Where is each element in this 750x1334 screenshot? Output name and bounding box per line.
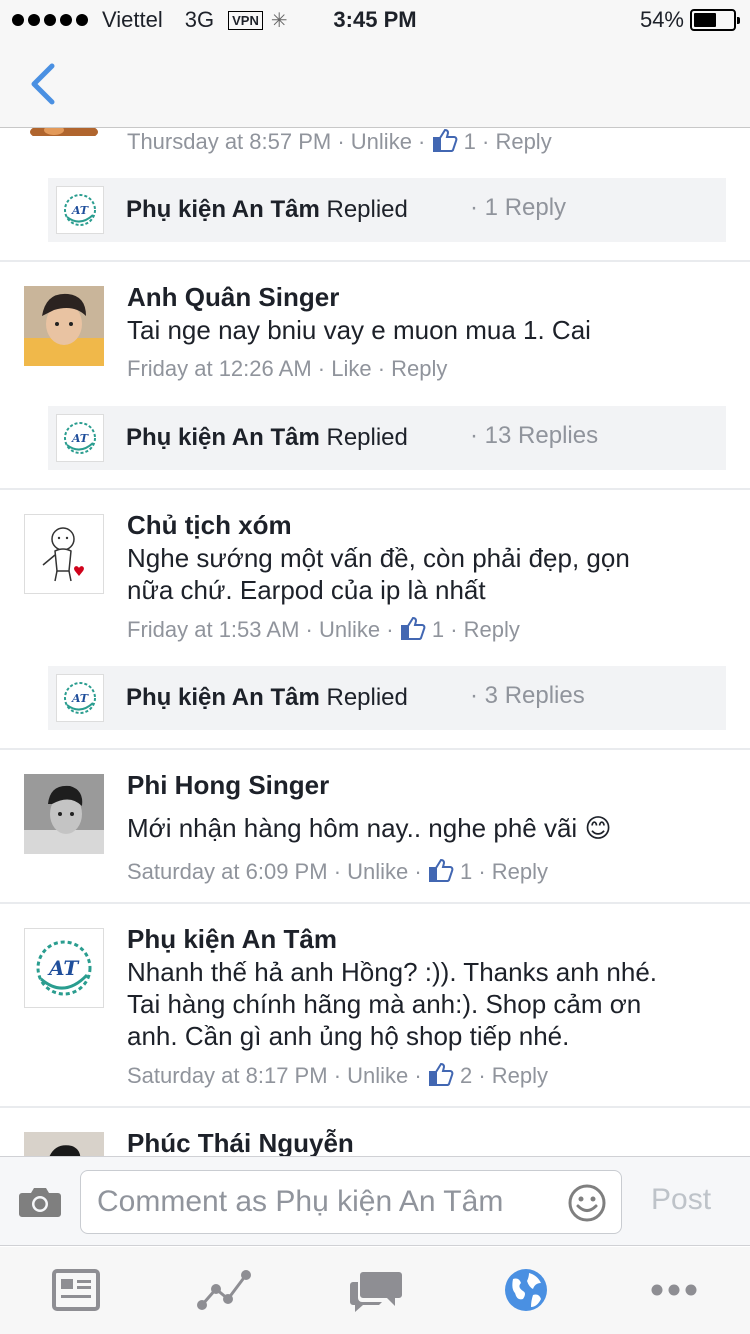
reply-button[interactable]: Reply: [492, 859, 548, 884]
avatar[interactable]: AT: [24, 928, 104, 1008]
status-time: 3:45 PM: [333, 7, 417, 32]
avatar[interactable]: [24, 774, 104, 854]
svg-text:AT: AT: [47, 956, 80, 980]
thumbs-up-icon: [400, 616, 426, 640]
comment-text-line: Nghe sướng một vấn đề, còn phải đẹp, gọn: [127, 543, 630, 573]
comment-input[interactable]: Comment as Phụ kiện An Tâm: [80, 1170, 622, 1234]
comment-timestamp: Friday at 1:53 AM: [127, 617, 300, 642]
post-button[interactable]: Post: [651, 1183, 711, 1217]
comment-text-line: anh. Cần gì anh ủng hộ shop tiếp nhé.: [127, 1021, 570, 1051]
tab-news-feed[interactable]: [48, 1265, 104, 1315]
reply-button[interactable]: Reply: [495, 129, 551, 154]
page-avatar: AT: [56, 186, 104, 234]
reply-summary[interactable]: AT Phụ kiện An Tâm Replied · 3 Replies: [48, 666, 726, 730]
page-avatar: AT: [56, 414, 104, 462]
comment-timestamp: Saturday at 6:09 PM: [127, 859, 328, 884]
comment-meta: Saturday at 6:09 PM · Unlike · 1 · Reply: [127, 858, 549, 884]
divider: [0, 260, 750, 262]
tab-messages[interactable]: [348, 1265, 404, 1315]
avatar[interactable]: [24, 1132, 104, 1156]
divider: [0, 748, 750, 750]
reply-count: · 1 Reply: [470, 194, 567, 221]
reply-author: Phụ kiện An Tâm Replied: [126, 196, 408, 223]
notifications-globe-icon: [505, 1269, 547, 1311]
reply-author: Phụ kiện An Tâm Replied: [126, 684, 408, 711]
back-button[interactable]: [24, 62, 64, 106]
comment-meta: Saturday at 8:17 PM · Unlike · 2 · Reply: [127, 1062, 549, 1088]
page-avatar: AT: [56, 674, 104, 722]
navigation-bar: [0, 40, 750, 128]
comment-meta: Thursday at 8:57 PM · Unlike · 1 · Reply: [127, 128, 552, 154]
comment-placeholder: Comment as Phụ kiện An Tâm: [97, 1185, 504, 1218]
comment-author[interactable]: Chủ tịch xóm: [127, 510, 292, 541]
thumbs-up-icon: [428, 1062, 454, 1086]
comment-timestamp: Thursday at 8:57 PM: [127, 129, 332, 154]
like-count: 2: [459, 1063, 473, 1088]
reply-count: · 13 Replies: [470, 422, 599, 449]
more-icon: [651, 1284, 697, 1296]
comment-text-line: nữa chứ. Earpod của ip là nhất: [127, 575, 486, 605]
avatar[interactable]: [24, 514, 104, 594]
camera-icon: [19, 1188, 61, 1217]
smile-emoji-icon: 😊: [584, 813, 612, 843]
comment-author[interactable]: Phúc Thái Nguyễn: [127, 1128, 354, 1156]
svg-text:AT: AT: [71, 692, 89, 705]
tab-notifications[interactable]: [498, 1265, 554, 1315]
comment-author[interactable]: Phi Hong Singer: [127, 770, 329, 801]
camera-button[interactable]: [18, 1185, 62, 1219]
tab-more[interactable]: [646, 1265, 702, 1315]
comment-timestamp: Friday at 12:26 AM: [127, 356, 312, 381]
comment-text-line: Nhanh thế hả anh Hồng? :)). Thanks anh n…: [127, 957, 658, 987]
unlike-button[interactable]: Unlike: [351, 129, 412, 154]
comment-meta: Friday at 1:53 AM · Unlike · 1 · Reply: [127, 616, 520, 642]
divider: [0, 1106, 750, 1108]
comment-timestamp: Saturday at 8:17 PM: [127, 1063, 328, 1088]
avatar[interactable]: [24, 286, 104, 366]
status-bar: Viettel 3G VPN ✳ 3:45 PM 54%: [0, 0, 750, 40]
chevron-left-icon: [31, 63, 55, 105]
avatar[interactable]: [24, 128, 104, 136]
tab-bar: [0, 1247, 750, 1334]
unlike-button[interactable]: Unlike: [347, 1063, 408, 1088]
thumbs-up-icon: [432, 128, 457, 152]
comment-author[interactable]: Phụ kiện An Tâm: [127, 924, 337, 955]
like-count: 1: [431, 617, 445, 642]
like-count: 1: [459, 859, 473, 884]
thumbs-up-icon: [428, 858, 454, 882]
divider: [0, 488, 750, 490]
sticker-button[interactable]: [567, 1183, 607, 1223]
battery-percent: 54%: [639, 7, 684, 32]
like-count: 1: [463, 129, 476, 154]
reply-summary[interactable]: AT Phụ kiện An Tâm Replied · 1 Reply: [48, 178, 726, 242]
tab-insights[interactable]: [196, 1265, 252, 1315]
reply-button[interactable]: Reply: [464, 617, 520, 642]
divider: [0, 902, 750, 904]
reply-author: Phụ kiện An Tâm Replied: [126, 424, 408, 451]
unlike-button[interactable]: Unlike: [319, 617, 380, 642]
smiley-icon: [568, 1184, 606, 1222]
reply-count: · 3 Replies: [470, 682, 585, 709]
messages-icon: [350, 1272, 402, 1312]
reply-button[interactable]: Reply: [492, 1063, 548, 1088]
comment-text-line: Tai hàng chính hãng mà anh:). Shop cảm ơ…: [127, 989, 642, 1019]
unlike-button[interactable]: Unlike: [347, 859, 408, 884]
comment-text: Mới nhận hàng hôm nay.. nghe phê vãi 😊: [127, 813, 612, 843]
comment-meta: Friday at 12:26 AM · Like · Reply: [127, 356, 448, 381]
reply-button[interactable]: Reply: [391, 356, 447, 381]
comment-author[interactable]: Anh Quân Singer: [127, 282, 339, 313]
comments-list: Thursday at 8:57 PM · Unlike · 1 · Reply…: [0, 128, 750, 1156]
reply-summary[interactable]: AT Phụ kiện An Tâm Replied · 13 Replies: [48, 406, 726, 470]
battery-icon: [690, 9, 740, 31]
comment-text: Tai nge nay bniu vay e muon mua 1. Cai: [127, 315, 591, 345]
comment-composer: Comment as Phụ kiện An Tâm Post: [0, 1156, 750, 1246]
svg-text:AT: AT: [71, 432, 89, 445]
news-feed-icon: [52, 1269, 100, 1311]
svg-text:AT: AT: [71, 204, 89, 217]
insights-icon: [197, 1270, 251, 1310]
like-button[interactable]: Like: [331, 356, 371, 381]
